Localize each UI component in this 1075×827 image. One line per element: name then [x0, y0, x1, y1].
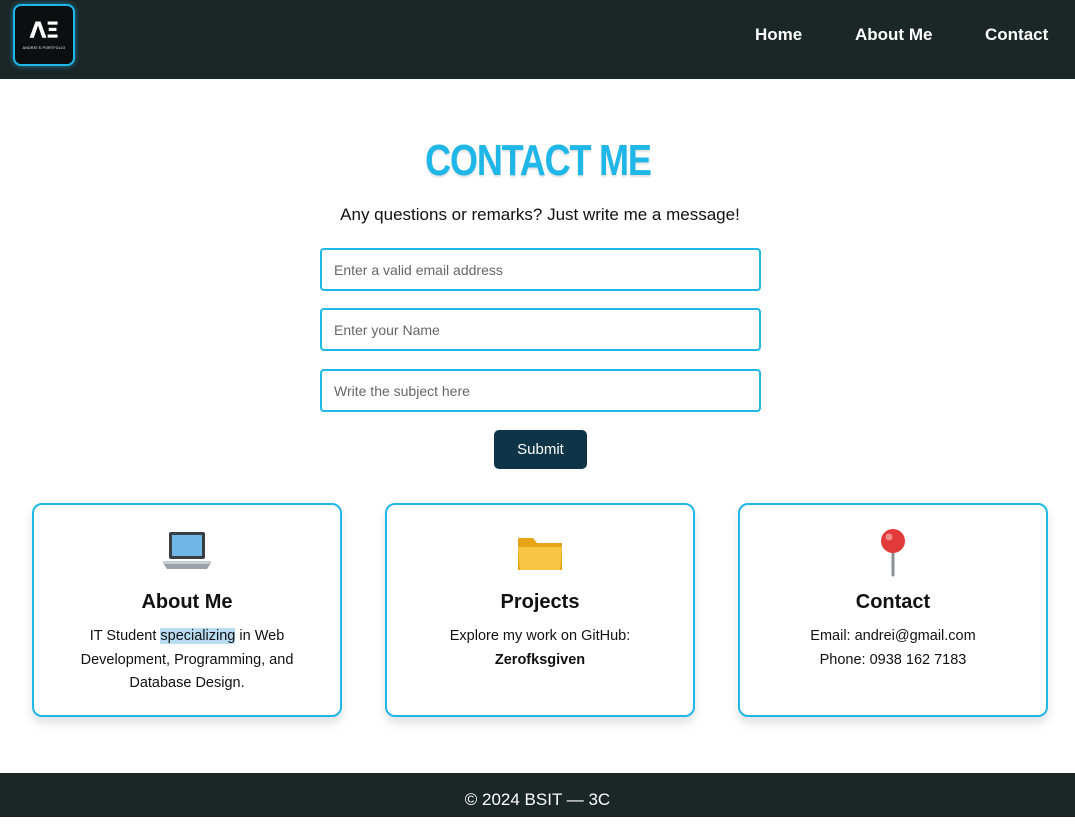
projects-card-text: Explore my work on GitHub: Zerofksgiven: [417, 625, 663, 672]
about-card: About Me IT Student specializing in Web …: [32, 503, 342, 717]
github-link[interactable]: Zerofksgiven: [417, 649, 663, 673]
subject-field[interactable]: [320, 369, 761, 412]
contact-phone: Phone: 0938 162 7183: [819, 651, 967, 668]
projects-description: Explore my work on GitHub:: [449, 628, 631, 644]
contact-card-text: Email: andrei@gmail.com Phone: 0938 162 …: [770, 625, 1016, 672]
pin-icon: [740, 527, 1046, 577]
laptop-icon: [34, 527, 340, 577]
email-field[interactable]: [320, 248, 761, 291]
contact-card-title: Contact: [855, 591, 931, 613]
about-card-title: About Me: [141, 591, 233, 613]
about-text-start: IT Student: [89, 628, 161, 644]
site-footer: © 2024 BSIT — 3C: [0, 773, 1075, 817]
page-subtitle: Any questions or remarks? Just write me …: [340, 205, 740, 224]
logo-mark: ΛΞ: [29, 18, 60, 44]
name-field[interactable]: [320, 308, 761, 351]
nav-home-link[interactable]: Home: [755, 25, 802, 45]
contact-card: Contact Email: andrei@gmail.com Phone: 0…: [738, 503, 1048, 717]
highlighted-text: specializing: [160, 628, 236, 644]
nav-about-link[interactable]: About Me: [855, 25, 932, 45]
site-header: ΛΞ ANDREI'S PORTFOLIO Home About Me Cont…: [0, 0, 1075, 79]
projects-card-title: Projects: [500, 591, 580, 613]
projects-card: Projects Explore my work on GitHub: Zero…: [385, 503, 695, 717]
site-logo[interactable]: ΛΞ ANDREI'S PORTFOLIO: [13, 4, 75, 66]
footer-text: © 2024 BSIT — 3C: [464, 790, 611, 809]
folder-icon: [387, 527, 693, 577]
nav-contact-link[interactable]: Contact: [985, 25, 1048, 45]
page-title: CONTACT ME: [425, 136, 652, 185]
logo-subtext: ANDREI'S PORTFOLIO: [22, 45, 66, 50]
about-card-text: IT Student specializing in Web Developme…: [64, 625, 310, 696]
submit-button[interactable]: Submit: [494, 430, 587, 469]
contact-email: Email: andrei@gmail.com: [810, 628, 976, 644]
